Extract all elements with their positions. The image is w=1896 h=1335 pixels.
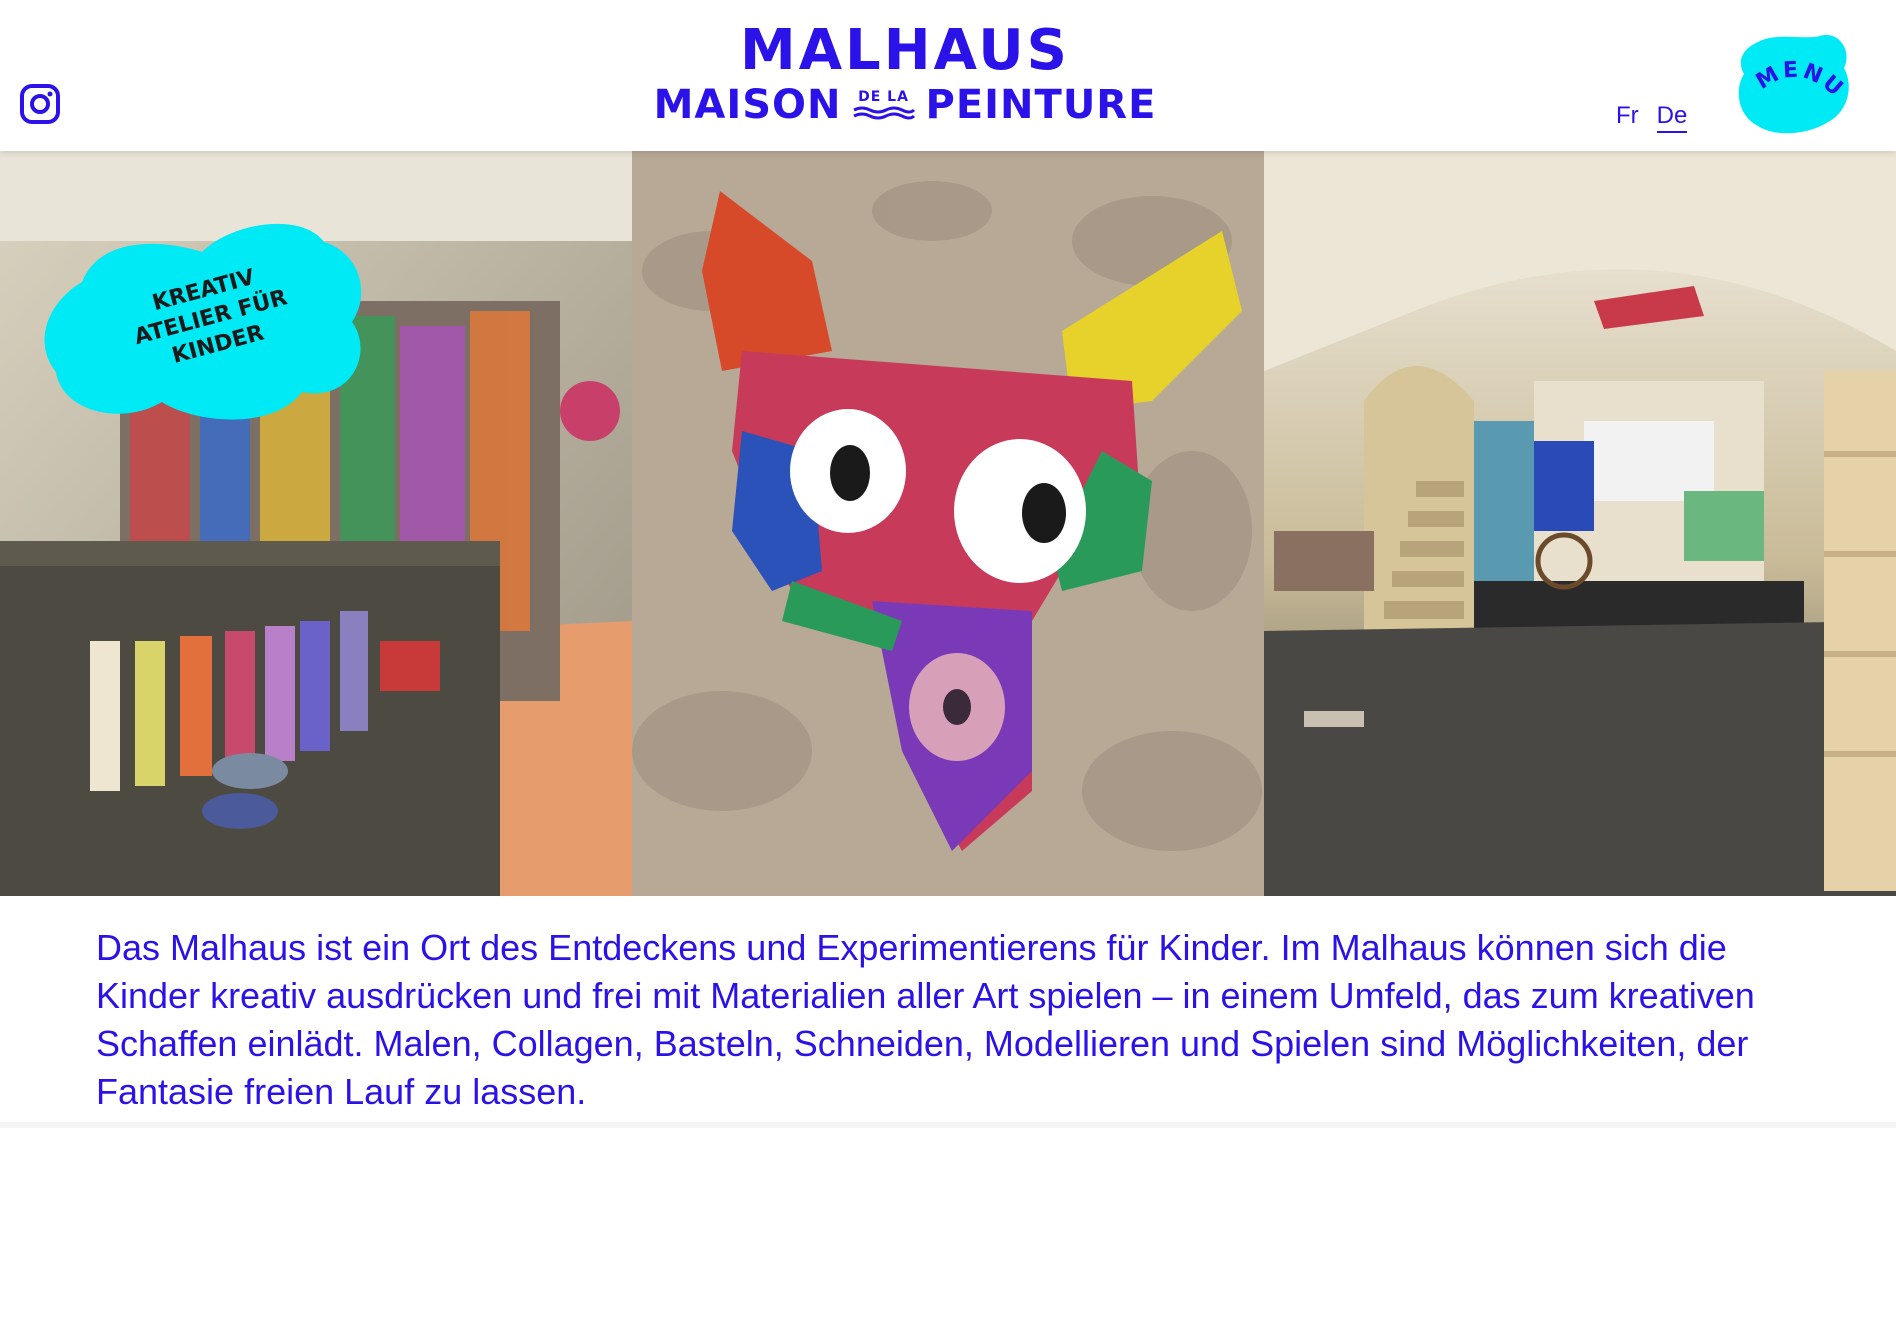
- vaulted-cellar-photo: [1264, 151, 1896, 896]
- language-fr[interactable]: Fr: [1616, 102, 1639, 133]
- site-header: MALHAUS MAISON DE LA PEINTURE Fr De MENU: [0, 0, 1896, 151]
- site-logo[interactable]: MALHAUS MAISON DE LA PEINTURE: [654, 18, 1156, 129]
- cardboard-mask-photo: [632, 151, 1264, 896]
- logo-de: DE: [858, 89, 882, 105]
- logo-wave-icon: [852, 106, 915, 120]
- logo-la: LA: [887, 89, 909, 105]
- language-switcher: Fr De: [1616, 102, 1688, 133]
- logo-de-la: DE LA: [852, 90, 916, 120]
- menu-button[interactable]: MENU: [1736, 34, 1854, 138]
- intro-paragraph: Das Malhaus ist ein Ort des Entdeckens u…: [96, 927, 1755, 1112]
- logo-subtitle: MAISON DE LA PEINTURE: [654, 82, 1156, 128]
- logo-subtitle-left: MAISON: [653, 82, 842, 128]
- section-divider: [0, 1122, 1896, 1128]
- instagram-icon[interactable]: [20, 84, 60, 124]
- logo-title: MALHAUS: [739, 18, 1071, 83]
- logo-subtitle-right: PEINTURE: [925, 82, 1157, 128]
- kreativ-atelier-badge: KREATIV ATELIER FÜR KINDER: [42, 212, 372, 452]
- language-de[interactable]: De: [1656, 102, 1688, 133]
